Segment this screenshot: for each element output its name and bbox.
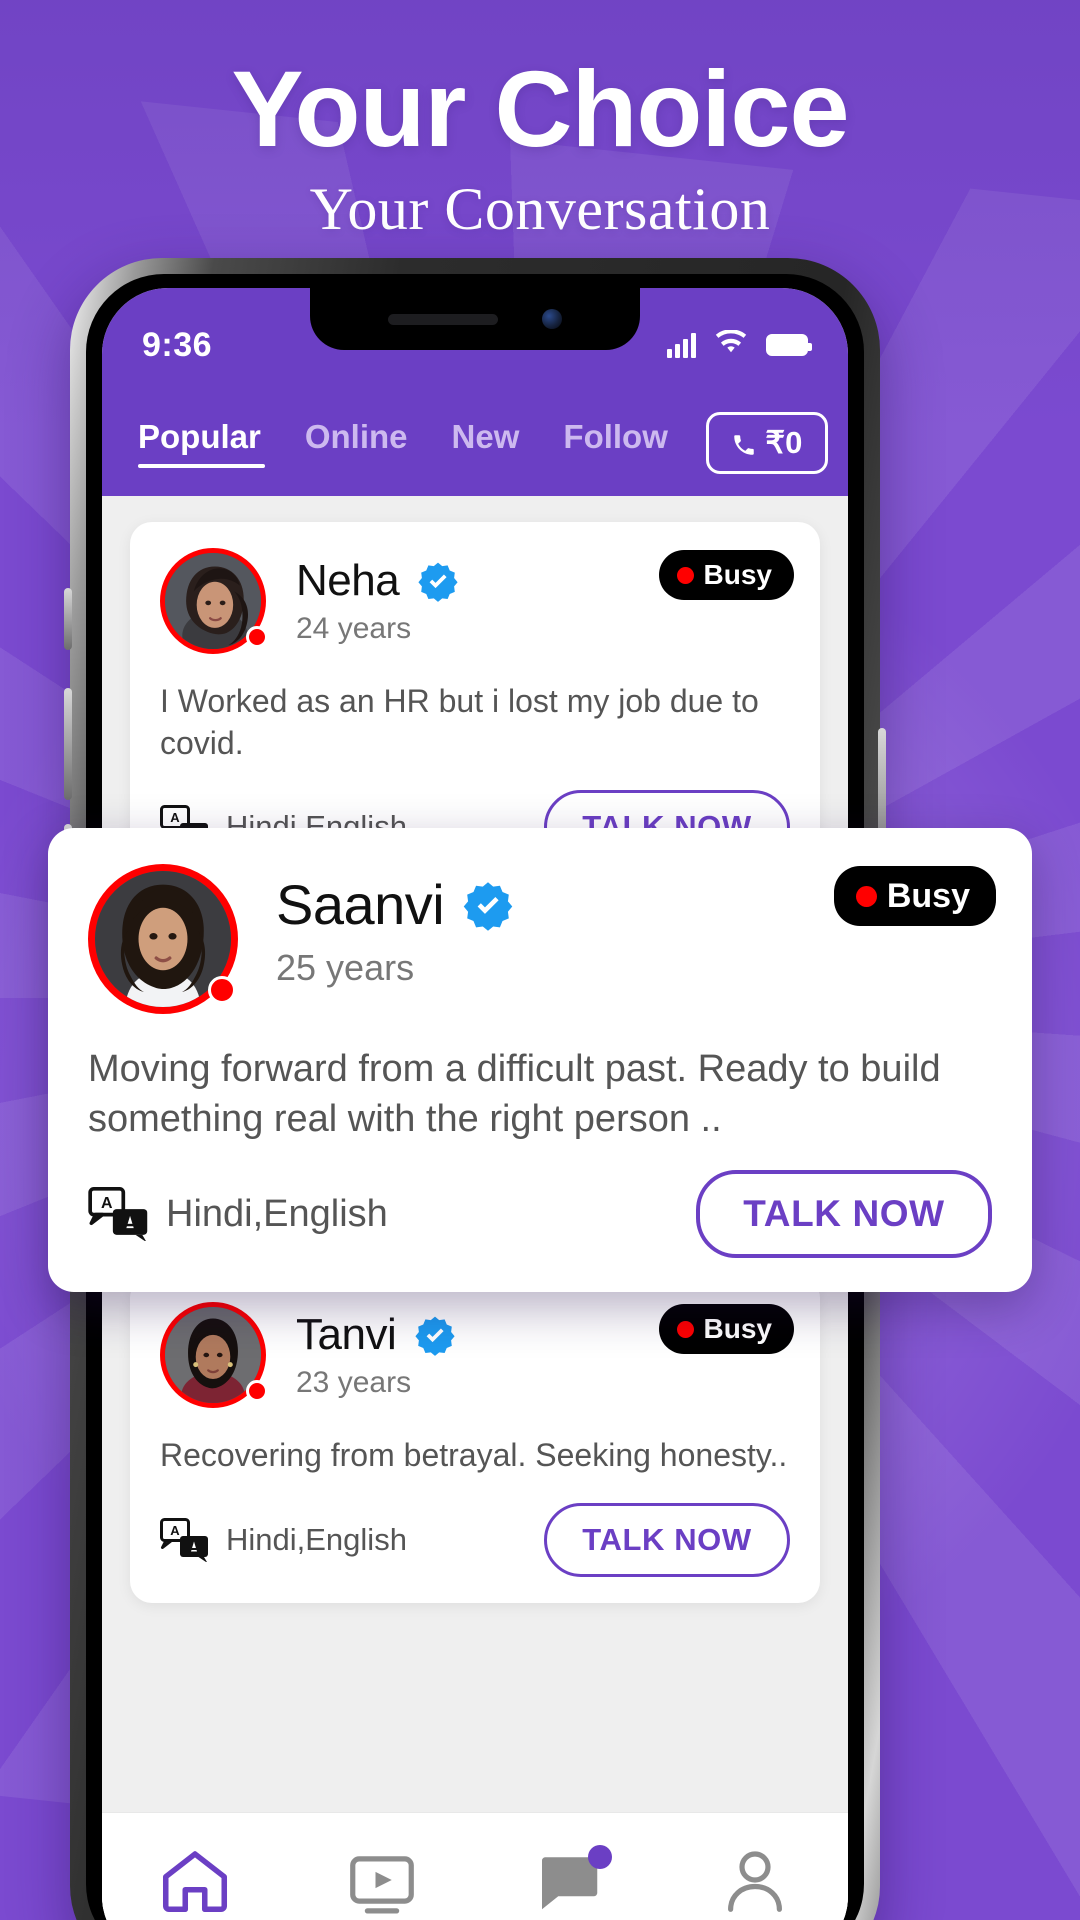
front-camera-icon [542,309,562,329]
tab-new[interactable]: New [430,418,542,468]
status-badge-label: Busy [703,1313,772,1345]
translate-icon: A [88,1187,150,1243]
profile-info: Neha 24 years [296,548,459,646]
status-badge-label: Busy [703,559,772,590]
tab-popular[interactable]: Popular [134,418,283,468]
profile-actions: A Hindi,English TALK NOW [160,1502,790,1577]
online-status-dot [246,626,268,648]
profile-languages-label: Hindi,English [166,1192,388,1235]
verified-badge-icon [417,560,459,602]
bottom-navigation [102,1812,848,1920]
nav-item-profile[interactable] [662,1841,849,1920]
online-status-dot [208,976,236,1004]
balance-amount-label: ₹0 [765,425,803,460]
earpiece-speaker [388,313,498,325]
status-dot-icon [676,1320,694,1338]
status-dot-icon [676,566,694,584]
verified-badge-icon [414,1314,456,1357]
hero-banner: Your Choice Your Conversation [0,0,1080,244]
talk-now-button[interactable]: TALK NOW [544,1502,790,1577]
profile-card-tanvi[interactable]: Busy Tanvi 23 years Recovering from betr… [130,1276,820,1603]
phone-mute-switch [64,588,72,650]
profile-card-saanvi-highlighted[interactable]: Busy Saanvi 25 years Moving forward from… [48,828,1032,1293]
wifi-icon [714,328,748,361]
status-badge: Busy [833,866,996,926]
profile-name-row: Saanvi [276,872,514,937]
profile-bio: Recovering from betrayal. Seeking honest… [160,1437,788,1474]
profile-languages-label: Hindi,English [226,1521,407,1557]
profile-name: Tanvi [296,1310,397,1360]
profile-age: 24 years [296,612,412,645]
profile-info: Saanvi 25 years [276,864,514,989]
tab-online[interactable]: Online [283,418,430,468]
online-status-dot [246,1380,268,1403]
profile-bio: I Worked as an HR but i lost my job due … [160,683,759,762]
tab-bar: Popular Online New Follow ₹0 [102,380,848,496]
phone-volume-up-button [64,688,72,800]
svg-text:A: A [101,1195,113,1212]
user-profile-icon [713,1841,797,1920]
profile-age: 23 years [296,1366,412,1400]
profile-name-row: Neha [296,556,459,606]
signal-bars-icon [667,332,696,358]
home-icon [153,1841,237,1920]
verified-badge-icon [462,879,514,931]
profile-name: Neha [296,556,400,605]
avatar[interactable] [160,1302,268,1409]
tab-follow[interactable]: Follow [541,418,689,468]
status-dot-icon [855,885,877,907]
video-play-icon [340,1841,424,1920]
nav-item-home[interactable] [102,1841,289,1920]
status-badge-label: Busy [886,876,970,915]
nav-item-videos[interactable] [289,1841,476,1920]
svg-text:A: A [170,1523,180,1538]
talk-now-button[interactable]: TALK NOW [696,1170,992,1259]
status-bar-time: 9:36 [142,325,213,364]
phone-call-icon [731,430,757,456]
profile-bio: Moving forward from a difficult past. Re… [88,1048,941,1141]
profile-info: Tanvi 23 years [296,1302,456,1400]
status-badge: Busy [658,1304,794,1355]
status-badge: Busy [658,550,794,600]
profile-name: Saanvi [276,873,445,936]
svg-text:A: A [170,810,180,825]
hero-subtitle: Your Conversation [309,176,771,243]
profile-name-row: Tanvi [296,1310,456,1360]
profile-languages: A Hindi,English [160,1517,407,1563]
phone-notch [310,288,640,350]
avatar[interactable] [88,864,238,1014]
profile-actions: A Hindi,English TALK NOW [88,1170,992,1259]
avatar[interactable] [160,548,268,654]
battery-full-icon [766,334,812,356]
profile-languages: A Hindi,English [88,1187,388,1243]
balance-pill-button[interactable]: ₹0 [705,412,828,474]
status-bar-icons [667,328,812,361]
profile-age: 25 years [276,947,415,988]
translate-icon: A [160,1517,210,1563]
nav-item-chat[interactable] [475,1841,662,1920]
hero-title: Your Choice [231,48,849,169]
